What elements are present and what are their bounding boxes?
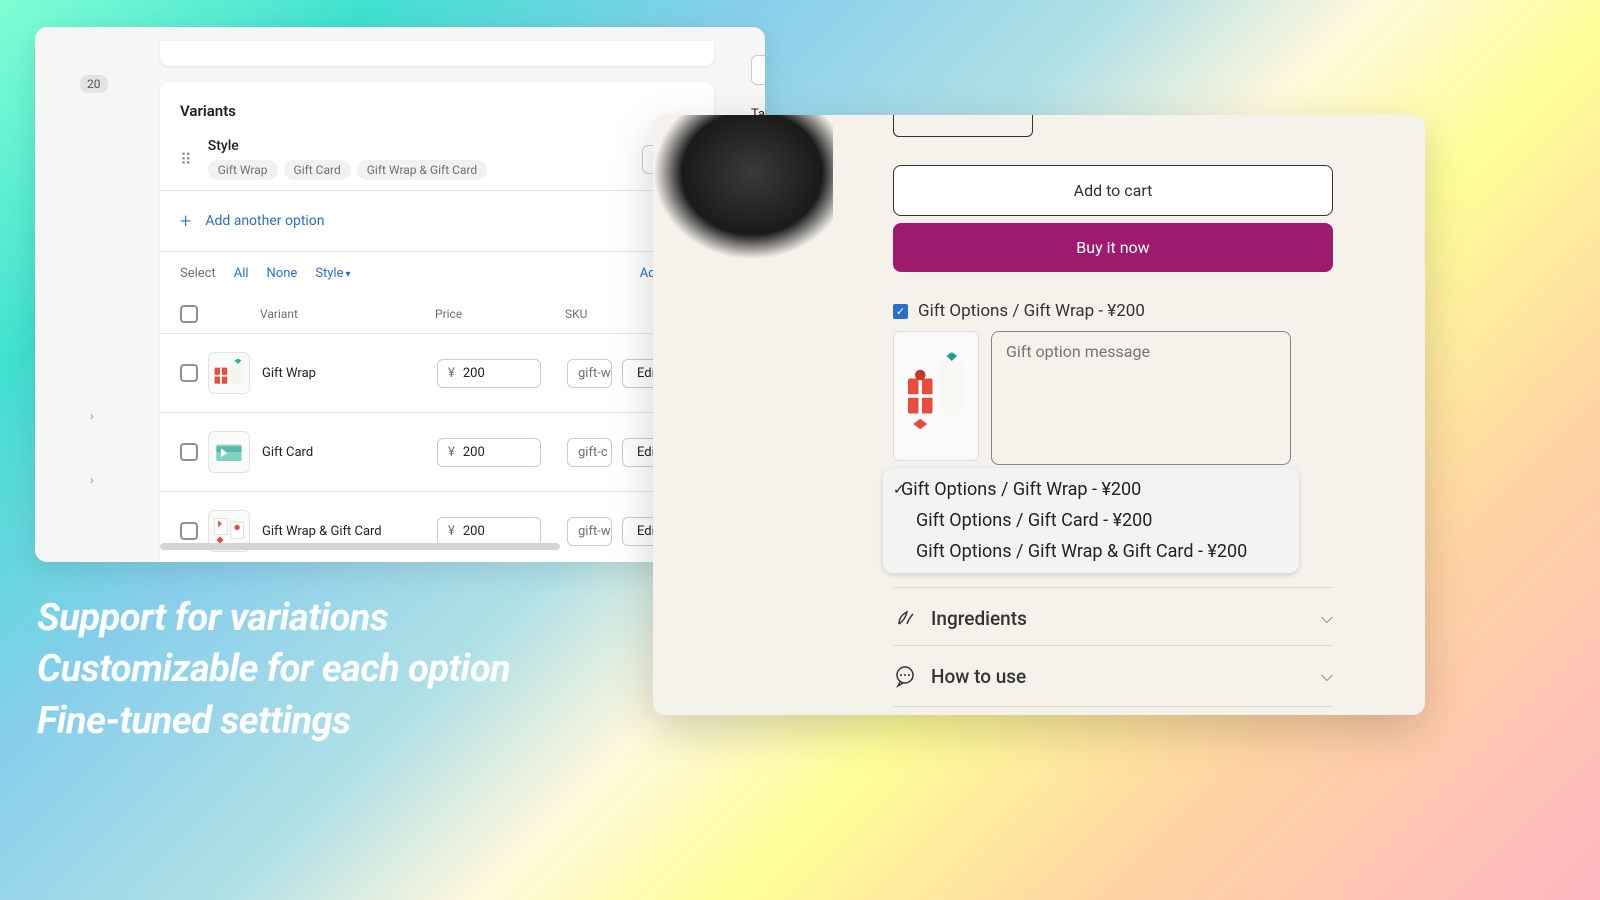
- dropdown-item[interactable]: Gift Options / Gift Wrap - ¥200: [883, 474, 1299, 505]
- accordion-title: Ingredients: [931, 607, 1307, 630]
- quantity-selector[interactable]: [893, 115, 1033, 137]
- filter-row: Select All None Style▾ Add varia: [160, 252, 714, 295]
- table-row: Gift Wrap ¥200 gift-w Edit: [160, 334, 714, 413]
- variant-thumbnail[interactable]: [208, 352, 250, 394]
- filter-none[interactable]: None: [267, 266, 298, 281]
- gift-option-checkbox[interactable]: ✓: [893, 304, 908, 319]
- storefront-panel: Add to cart Buy it now ✓ Gift Options / …: [653, 115, 1425, 715]
- dropdown-item[interactable]: Gift Options / Gift Wrap & Gift Card - ¥…: [883, 536, 1299, 567]
- card-title: Variants: [160, 82, 714, 132]
- variant-name: Gift Card: [262, 445, 437, 460]
- buy-now-button[interactable]: Buy it now: [893, 223, 1333, 272]
- accordion-how-to-use[interactable]: How to use ⌵: [893, 645, 1333, 707]
- price-input[interactable]: ¥200: [437, 517, 541, 546]
- option-name-label: Style: [208, 138, 642, 154]
- col-price-label: Price: [435, 307, 565, 321]
- gift-option-row: ✓ Gift Options / Gift Wrap - ¥200: [893, 301, 1145, 321]
- admin-sidebar: 20 › ›: [35, 27, 120, 562]
- card-above-edge: [160, 41, 714, 66]
- variant-name: Gift Wrap: [262, 366, 437, 381]
- gift-options-dropdown: Gift Options / Gift Wrap - ¥200 Gift Opt…: [883, 468, 1299, 573]
- sku-input[interactable]: gift-w: [567, 359, 612, 388]
- option-pill: Gift Card: [284, 160, 351, 180]
- add-option-label: Add another option: [205, 213, 324, 229]
- accordion-title: How to use: [931, 665, 1307, 688]
- gift-wrap-icon: [901, 341, 971, 451]
- drag-handle-icon[interactable]: ⠿: [180, 150, 190, 169]
- sku-input[interactable]: gift-w: [567, 517, 612, 546]
- marketing-captions: Support for variations Customizable for …: [37, 594, 510, 748]
- variant-name: Gift Wrap & Gift Card: [262, 524, 437, 539]
- col-variant-label: Variant: [260, 307, 435, 321]
- chevron-right-icon[interactable]: ›: [90, 473, 94, 487]
- row-checkbox[interactable]: [180, 522, 198, 540]
- variants-card: Variants ⠿ Style Gift Wrap Gift Card Gif…: [160, 82, 714, 562]
- row-checkbox[interactable]: [180, 364, 198, 382]
- sku-input[interactable]: gift-c: [567, 438, 612, 467]
- chevron-down-icon: ▾: [346, 269, 351, 280]
- add-option-button[interactable]: + Add another option: [160, 190, 714, 252]
- product-image: [653, 115, 833, 260]
- variant-thumbnail[interactable]: [208, 431, 250, 473]
- caption-line: Fine-tuned settings: [37, 697, 510, 746]
- filter-style-dropdown[interactable]: Style▾: [315, 266, 350, 281]
- option-pill: Gift Wrap & Gift Card: [357, 160, 487, 180]
- caption-line: Support for variations: [37, 594, 510, 643]
- col-sku-label: SKU: [565, 307, 665, 321]
- table-row: Gift Card ¥200 gift-c Edit: [160, 413, 714, 492]
- style-info: Style Gift Wrap Gift Card Gift Wrap & Gi…: [208, 138, 642, 180]
- accordion-ingredients[interactable]: Ingredients ⌵: [893, 587, 1333, 648]
- gift-wrap-icon: [211, 355, 247, 391]
- dropdown-item[interactable]: Gift Options / Gift Card - ¥200: [883, 505, 1299, 536]
- filter-all[interactable]: All: [234, 266, 249, 281]
- chevron-down-icon: ⌵: [1321, 608, 1333, 628]
- caption-line: Customizable for each option: [37, 645, 510, 694]
- option-values: Gift Wrap Gift Card Gift Wrap & Gift Car…: [208, 160, 642, 180]
- horizontal-scrollbar[interactable]: [160, 543, 560, 550]
- select-all-checkbox[interactable]: [180, 305, 198, 323]
- add-to-cart-button[interactable]: Add to cart: [893, 165, 1333, 216]
- row-checkbox[interactable]: [180, 443, 198, 461]
- option-pill: Gift Wrap: [208, 160, 278, 180]
- side-input[interactable]: [751, 55, 765, 85]
- price-input[interactable]: ¥200: [437, 438, 541, 467]
- chevron-down-icon: ⌵: [1321, 666, 1333, 686]
- gift-message-input[interactable]: [991, 331, 1291, 465]
- gift-card-icon: [211, 434, 247, 470]
- chevron-right-icon[interactable]: ›: [90, 409, 94, 423]
- plus-icon: +: [180, 209, 191, 233]
- leaf-icon: [893, 606, 917, 630]
- table-header: Variant Price SKU: [160, 295, 714, 334]
- notification-badge: 20: [80, 75, 108, 93]
- price-input[interactable]: ¥200: [437, 359, 541, 388]
- gift-option-label: Gift Options / Gift Wrap - ¥200: [918, 301, 1145, 321]
- gift-display: [893, 331, 1291, 465]
- table-row: Gift Wrap & Gift Card ¥200 gift-w Edit: [160, 492, 714, 562]
- gift-thumbnail: [893, 331, 979, 461]
- chat-icon: [893, 664, 917, 688]
- style-option-row: ⠿ Style Gift Wrap Gift Card Gift Wrap & …: [160, 132, 714, 190]
- select-label: Select: [180, 266, 216, 281]
